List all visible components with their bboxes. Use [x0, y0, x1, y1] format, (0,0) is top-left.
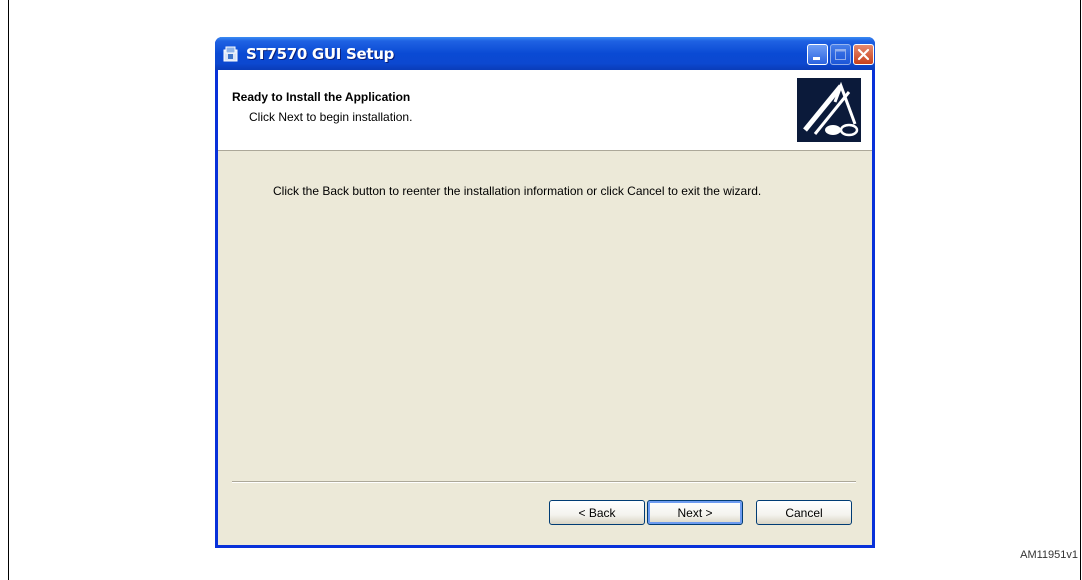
close-button[interactable] — [853, 44, 874, 65]
minimize-icon — [813, 57, 820, 60]
wizard-header: Ready to Install the Application Click N… — [218, 70, 872, 151]
window-title: ST7570 GUI Setup — [246, 45, 395, 63]
setup-icon — [223, 46, 238, 62]
cancel-button[interactable]: Cancel — [756, 500, 852, 525]
next-button[interactable]: Next > — [647, 500, 743, 525]
title-bar[interactable]: ST7570 GUI Setup — [215, 37, 875, 70]
footer-divider — [232, 481, 856, 483]
header-subtitle: Click Next to begin installation. — [249, 110, 413, 124]
minimize-button[interactable] — [807, 44, 828, 65]
maximize-button[interactable] — [830, 44, 851, 65]
setup-window: ST7570 GUI Setup Ready to Install the Ap… — [215, 37, 875, 548]
figure-id: AM11951v1 — [1020, 549, 1078, 561]
back-button[interactable]: < Back — [549, 500, 645, 525]
installer-logo-icon — [797, 78, 861, 142]
instruction-text: Click the Back button to reenter the ins… — [273, 184, 762, 198]
header-title: Ready to Install the Application — [232, 90, 411, 104]
close-icon — [857, 48, 870, 61]
maximize-icon — [835, 49, 846, 60]
